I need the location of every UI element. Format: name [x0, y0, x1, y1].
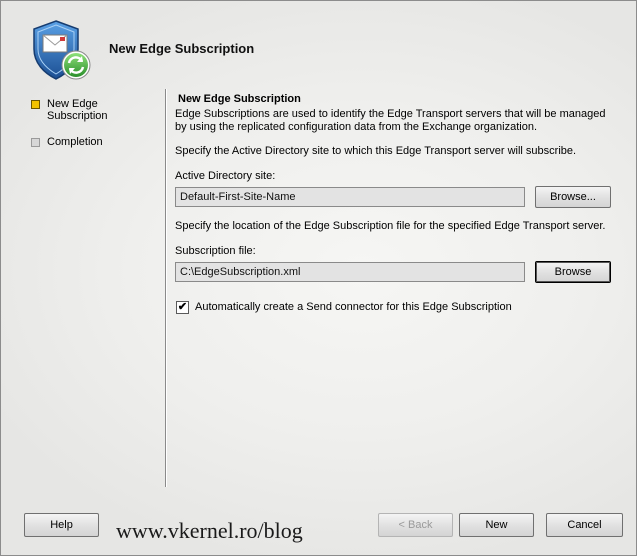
watermark-text: www.vkernel.ro/blog — [116, 518, 303, 543]
site-row: Default-First-Site-Name Browse... — [175, 186, 615, 210]
file-instruction: Specify the location of the Edge Subscri… — [175, 220, 606, 232]
nav-step-completion: Completion — [29, 135, 159, 173]
nav-step-new-edge-subscription: New Edge Subscription — [29, 97, 159, 135]
nav-step-label: New Edge Subscription — [47, 98, 108, 122]
wizard-content: New Edge Subscription Edge Subscriptions… — [175, 93, 615, 317]
file-browse-button[interactable]: Browse — [535, 261, 611, 283]
active-directory-site-field[interactable]: Default-First-Site-Name — [175, 187, 525, 207]
send-connector-checkbox[interactable]: ✔ — [176, 301, 189, 314]
site-label: Active Directory site: — [175, 170, 276, 182]
vertical-divider — [165, 89, 166, 487]
site-instruction: Specify the Active Directory site to whi… — [175, 145, 577, 157]
site-browse-button[interactable]: Browse... — [535, 186, 611, 208]
step-pending-indicator-icon — [31, 138, 40, 147]
subscription-file-field[interactable]: C:\EdgeSubscription.xml — [175, 262, 525, 282]
cancel-button[interactable]: Cancel — [546, 513, 623, 537]
intro-text: Edge Subscriptions are used to identify … — [175, 108, 606, 133]
wizard-steps-nav: New Edge Subscription Completion — [29, 97, 159, 173]
shield-envelope-sync-icon — [33, 20, 91, 80]
nav-step-label: Completion — [47, 136, 103, 148]
wizard-title: New Edge Subscription — [109, 41, 255, 56]
step-current-indicator-icon — [31, 100, 40, 109]
back-button[interactable]: < Back — [378, 513, 453, 537]
send-connector-option: ✔ Automatically create a Send connector … — [175, 301, 615, 317]
send-connector-label[interactable]: Automatically create a Send connector fo… — [195, 301, 512, 314]
file-label: Subscription file: — [175, 245, 256, 257]
help-button[interactable]: Help — [24, 513, 99, 537]
new-button[interactable]: New — [459, 513, 534, 537]
section-title: New Edge Subscription — [178, 93, 301, 105]
wizard-header: New Edge Subscription — [1, 1, 636, 87]
wizard-window: New Edge Subscription New Edge Subscript… — [0, 0, 637, 556]
file-row: C:\EdgeSubscription.xml Browse — [175, 261, 615, 285]
